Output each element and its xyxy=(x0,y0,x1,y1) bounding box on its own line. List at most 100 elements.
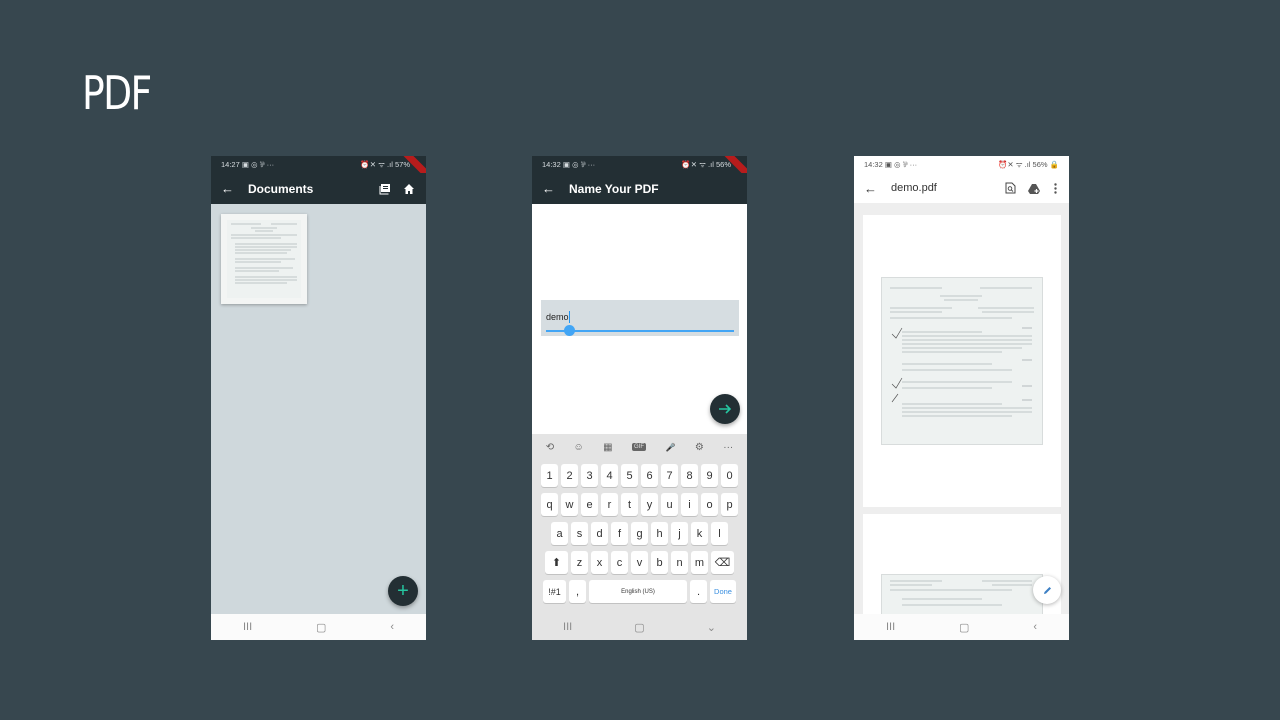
keyboard-row-1: q w e r t y u i o p xyxy=(532,491,747,518)
key-3[interactable]: 3 xyxy=(581,464,598,487)
document-thumbnail[interactable] xyxy=(221,214,307,304)
key-u[interactable]: u xyxy=(661,493,678,516)
back-arrow-icon[interactable]: ← xyxy=(542,181,559,196)
key-0[interactable]: 0 xyxy=(721,464,738,487)
keyboard-row-bottom: !#1 , English (US) . Done xyxy=(532,578,747,605)
key-1[interactable]: 1 xyxy=(541,464,558,487)
space-key[interactable]: English (US) xyxy=(589,580,687,603)
key-d[interactable]: d xyxy=(591,522,608,545)
pdf-name-input[interactable]: demo xyxy=(541,300,739,336)
cursor-handle[interactable] xyxy=(564,325,575,336)
scanned-document-image xyxy=(881,277,1043,445)
key-4[interactable]: 4 xyxy=(601,464,618,487)
sticker-icon[interactable]: ▦ xyxy=(603,442,612,453)
key-s[interactable]: s xyxy=(571,522,588,545)
back-nav-icon[interactable]: ‹ xyxy=(390,621,394,633)
home-nav-icon[interactable]: ▢ xyxy=(634,621,644,634)
emoji-icon[interactable]: ☺ xyxy=(574,442,584,453)
library-icon[interactable] xyxy=(378,182,392,196)
app-bar-title: Documents xyxy=(248,181,314,196)
key-r[interactable]: r xyxy=(601,493,618,516)
pdf-viewer-canvas[interactable] xyxy=(854,204,1069,614)
back-arrow-icon[interactable]: ← xyxy=(221,181,238,196)
find-in-document-icon[interactable] xyxy=(1003,181,1017,195)
status-icons: ▣ ◎ ⅌ ··· xyxy=(884,159,918,169)
key-t[interactable]: t xyxy=(621,493,638,516)
pdf-page-1 xyxy=(863,215,1061,507)
key-w[interactable]: w xyxy=(561,493,578,516)
backspace-icon: ⌫ xyxy=(714,557,731,569)
home-icon[interactable] xyxy=(402,182,416,196)
key-j[interactable]: j xyxy=(671,522,688,545)
key-n[interactable]: n xyxy=(671,551,688,574)
more-icon[interactable]: ··· xyxy=(723,442,733,453)
key-x[interactable]: x xyxy=(591,551,608,574)
home-nav-icon[interactable]: ▢ xyxy=(959,621,969,634)
plus-icon: + xyxy=(397,579,409,602)
recents-icon[interactable]: III xyxy=(243,621,252,633)
android-nav-bar: III ▢ ‹ xyxy=(854,614,1069,640)
key-8[interactable]: 8 xyxy=(681,464,698,487)
android-nav-bar: III ▢ ‹ xyxy=(211,614,426,640)
key-9[interactable]: 9 xyxy=(701,464,718,487)
key-p[interactable]: p xyxy=(721,493,738,516)
symbols-key[interactable]: !#1 xyxy=(543,580,566,603)
edit-button[interactable] xyxy=(1033,576,1061,604)
key-i[interactable]: i xyxy=(681,493,698,516)
comma-key[interactable]: , xyxy=(569,580,586,603)
app-bar-title: Name Your PDF xyxy=(569,181,659,196)
key-g[interactable]: g xyxy=(631,522,648,545)
done-key[interactable]: Done xyxy=(710,580,736,603)
drive-add-icon[interactable] xyxy=(1027,181,1041,195)
key-c[interactable]: c xyxy=(611,551,628,574)
recents-icon[interactable]: III xyxy=(563,621,572,633)
text-cursor xyxy=(569,311,570,323)
back-nav-icon[interactable]: ‹ xyxy=(1033,621,1037,633)
status-time: 14:32 xyxy=(864,159,883,169)
home-nav-icon[interactable]: ▢ xyxy=(316,621,326,634)
microphone-icon[interactable]: 🎤 xyxy=(665,443,675,452)
key-l[interactable]: l xyxy=(711,522,728,545)
keyboard-row-3: ⬆ z x c v b n m ⌫ xyxy=(532,549,747,576)
status-time: 14:32 xyxy=(542,159,561,169)
settings-gear-icon[interactable]: ⚙ xyxy=(695,442,704,453)
backspace-key[interactable]: ⌫ xyxy=(711,551,734,574)
status-bar: 14:27 ▣ ◎ ⅌ ··· ⏰✕ ᯤ .ıl 57% xyxy=(211,156,426,185)
keyboard-row-numbers: 1 2 3 4 5 6 7 8 9 0 xyxy=(532,462,747,489)
key-f[interactable]: f xyxy=(611,522,628,545)
app-bar: ← Documents xyxy=(211,173,426,204)
key-z[interactable]: z xyxy=(571,551,588,574)
key-e[interactable]: e xyxy=(581,493,598,516)
keyboard-toolbar: ⟲ ☺ ▦ GIF 🎤 ⚙ ··· xyxy=(532,434,747,460)
shift-key[interactable]: ⬆ xyxy=(545,551,568,574)
key-5[interactable]: 5 xyxy=(621,464,638,487)
period-key[interactable]: . xyxy=(690,580,707,603)
next-button[interactable] xyxy=(710,394,740,424)
back-arrow-icon[interactable]: ← xyxy=(864,181,881,196)
hide-keyboard-icon[interactable]: ⌄ xyxy=(707,621,716,634)
status-time: 14:27 xyxy=(221,159,240,169)
scanned-document-image-2 xyxy=(881,574,1043,614)
key-q[interactable]: q xyxy=(541,493,558,516)
gif-icon[interactable]: GIF xyxy=(632,443,647,451)
key-2[interactable]: 2 xyxy=(561,464,578,487)
status-icons: ▣ ◎ ⅌ ··· xyxy=(241,159,275,169)
more-vert-icon[interactable] xyxy=(1051,181,1059,195)
keyboard-row-2: a s d f g h j k l xyxy=(532,520,747,547)
key-a[interactable]: a xyxy=(551,522,568,545)
key-v[interactable]: v xyxy=(631,551,648,574)
rotate-keyboard-icon[interactable]: ⟲ xyxy=(546,442,554,453)
add-document-button[interactable]: + xyxy=(388,576,418,606)
key-k[interactable]: k xyxy=(691,522,708,545)
key-7[interactable]: 7 xyxy=(661,464,678,487)
key-b[interactable]: b xyxy=(651,551,668,574)
key-m[interactable]: m xyxy=(691,551,708,574)
key-y[interactable]: y xyxy=(641,493,658,516)
key-h[interactable]: h xyxy=(651,522,668,545)
status-bar: 14:32 ▣ ◎ ⅌ ··· ⏰✕ ᯤ .ıl 56% 🔒 xyxy=(854,156,1069,173)
key-6[interactable]: 6 xyxy=(641,464,658,487)
arrow-right-icon xyxy=(719,404,732,414)
phone-pdf-viewer-screen: 14:32 ▣ ◎ ⅌ ··· ⏰✕ ᯤ .ıl 56% 🔒 ← demo.pd… xyxy=(854,156,1069,640)
recents-icon[interactable]: III xyxy=(886,621,895,633)
key-o[interactable]: o xyxy=(701,493,718,516)
